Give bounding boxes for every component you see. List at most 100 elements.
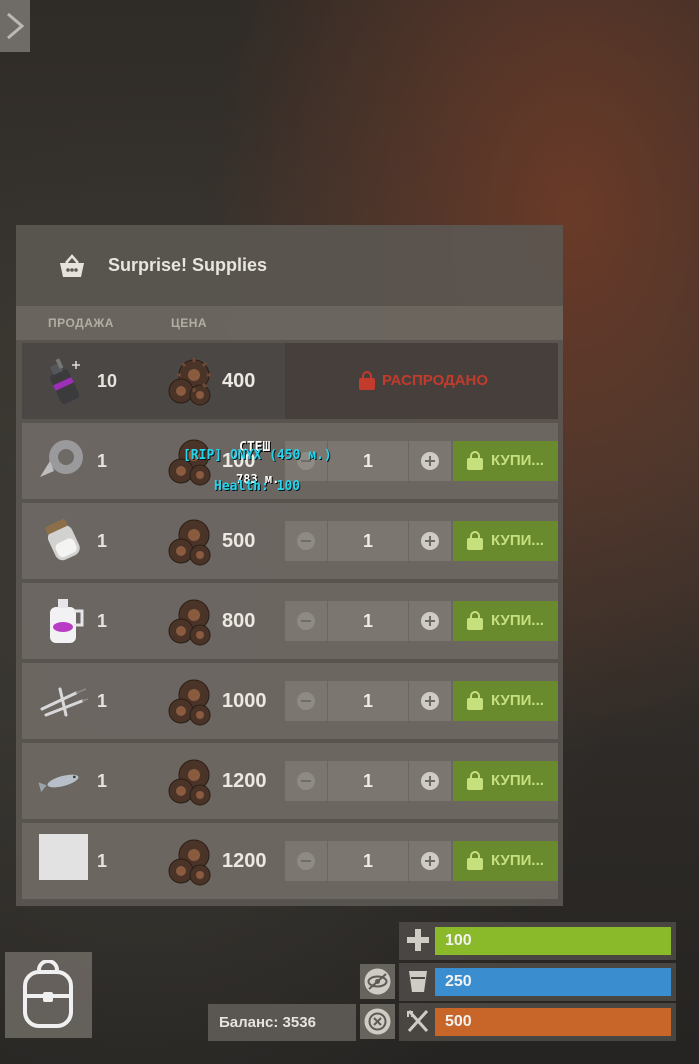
increase-button[interactable]	[409, 521, 451, 561]
scrap-gear-icon	[168, 759, 211, 806]
balance-label: Баланс: 3536	[219, 1014, 316, 1031]
water-stat: 250	[399, 963, 676, 1001]
menu-toggle-button[interactable]	[0, 0, 30, 52]
minus-icon	[297, 532, 315, 550]
item-quantity: 1	[97, 451, 108, 471]
shop-row: 1 500 1 КУПИ...	[22, 503, 558, 579]
eye-slash-icon	[364, 968, 391, 995]
minus-icon	[297, 612, 315, 630]
bleach-bottle-icon	[50, 599, 84, 643]
item-price: 1200	[222, 850, 267, 872]
decrease-button[interactable]	[285, 521, 327, 561]
cup-icon	[409, 971, 427, 992]
buy-button[interactable]: КУПИ...	[453, 681, 558, 721]
item-quantity: 1	[97, 531, 108, 551]
item-quantity: 1	[97, 771, 108, 791]
blank-item-icon	[39, 834, 88, 880]
scrap-gear-icon	[168, 519, 211, 566]
item-quantity: 10	[97, 371, 118, 391]
column-header-price: ЦЕНА	[171, 316, 208, 330]
plus-icon	[421, 532, 439, 550]
increase-button[interactable]	[409, 681, 451, 721]
buy-button[interactable]: КУПИ...	[453, 601, 558, 641]
shop-row: 1 1200 1 КУПИ...	[22, 743, 558, 819]
amount-field[interactable]: 1	[328, 841, 408, 881]
currency-button[interactable]	[360, 1004, 395, 1039]
minus-icon	[297, 772, 315, 790]
shopping-bag-icon	[467, 451, 483, 470]
amount-field[interactable]: 1	[328, 441, 408, 481]
coin-icon	[364, 1008, 391, 1035]
health-bar: 100	[435, 927, 671, 955]
increase-button[interactable]	[409, 761, 451, 801]
increase-button[interactable]	[409, 841, 451, 881]
hide-ui-button[interactable]	[360, 964, 395, 999]
item-quantity: 1	[97, 851, 108, 871]
shop-header: Surprise! Supplies	[16, 225, 563, 306]
item-price: 1200	[222, 770, 267, 792]
fish-icon	[38, 774, 79, 793]
increase-button[interactable]	[409, 441, 451, 481]
column-headers: ПРОДАЖА ЦЕНА	[16, 306, 563, 340]
decrease-button[interactable]	[285, 841, 327, 881]
buy-button[interactable]: КУПИ...	[453, 841, 558, 881]
chevron-right-icon	[7, 12, 24, 40]
plus-icon	[421, 852, 439, 870]
scrap-gear-icon	[168, 839, 211, 886]
buy-label: КУПИ...	[491, 852, 544, 869]
backpack-button[interactable]	[5, 952, 92, 1038]
plus-icon	[421, 692, 439, 710]
buy-label: КУПИ...	[491, 612, 544, 629]
backpack-icon	[23, 960, 73, 1028]
health-cross-icon	[407, 929, 429, 951]
buy-button[interactable]: КУПИ...	[453, 521, 558, 561]
sold-out-label: РАСПРОДАНО	[382, 372, 489, 389]
syringes-icon	[40, 687, 89, 717]
item-price: 800	[222, 610, 256, 632]
increase-button[interactable]	[409, 601, 451, 641]
health-value: 100	[445, 932, 472, 949]
amount-field[interactable]: 1	[328, 601, 408, 641]
decrease-button[interactable]	[285, 681, 327, 721]
item-price: 1000	[222, 690, 267, 712]
shopping-bag-icon	[467, 691, 483, 710]
shopping-bag-icon	[467, 771, 483, 790]
shopping-bag-icon	[467, 531, 483, 550]
item-price: 500	[222, 530, 256, 552]
shopping-bag-icon	[467, 851, 483, 870]
scrap-gear-icon	[168, 358, 211, 406]
shop-panel: Surprise! Supplies ПРОДАЖА ЦЕНА 10 400 Р…	[16, 225, 563, 906]
water-bar: 250	[435, 968, 671, 996]
jar-icon	[45, 518, 80, 561]
column-header-sell: ПРОДАЖА	[48, 316, 114, 330]
scrap-gear-icon	[168, 599, 211, 646]
minus-icon	[297, 852, 315, 870]
food-value: 500	[445, 1013, 472, 1030]
player-clan-label: [RIP] ONYX (450 м.)	[183, 448, 332, 463]
plus-icon	[421, 772, 439, 790]
item-quantity: 1	[97, 691, 108, 711]
shopping-bag-icon	[359, 371, 375, 390]
buy-label: КУПИ...	[491, 692, 544, 709]
amount-field[interactable]: 1	[328, 761, 408, 801]
duct-tape-icon	[40, 440, 83, 477]
decrease-button[interactable]	[285, 761, 327, 801]
buy-label: КУПИ...	[491, 532, 544, 549]
balance-display: Баланс: 3536	[208, 1004, 356, 1041]
amount-field[interactable]: 1	[328, 521, 408, 561]
item-price: 400	[222, 370, 256, 392]
shopping-bag-icon	[467, 611, 483, 630]
buy-label: КУПИ...	[491, 452, 544, 469]
health-stat: 100	[399, 922, 676, 960]
amount-field[interactable]: 1	[328, 681, 408, 721]
shop-row: 10 400 РАСПРОДАНО	[22, 343, 558, 419]
shop-row: 1 1200 1 КУПИ...	[22, 823, 558, 899]
buy-button[interactable]: КУПИ...	[453, 761, 558, 801]
buy-label: КУПИ...	[491, 772, 544, 789]
plus-icon	[421, 452, 439, 470]
decrease-button[interactable]	[285, 601, 327, 641]
food-stat: 500	[399, 1003, 676, 1041]
buy-button[interactable]: КУПИ...	[453, 441, 558, 481]
scrap-gear-icon	[168, 679, 211, 726]
food-bar: 500	[435, 1008, 671, 1036]
